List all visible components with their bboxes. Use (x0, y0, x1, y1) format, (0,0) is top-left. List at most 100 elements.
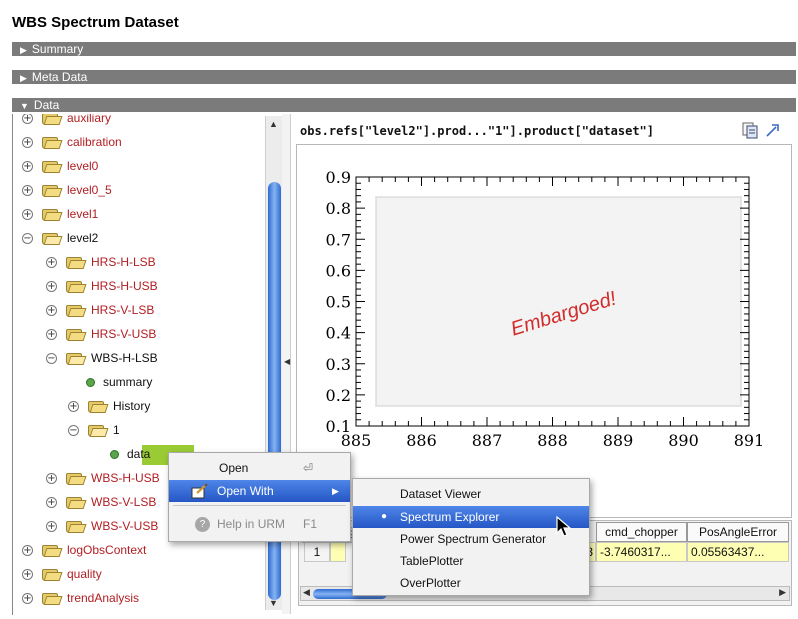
tree-node-logobscontext[interactable]: + logObsContext (22, 539, 146, 561)
folder-icon (42, 183, 63, 197)
tree-node-label: level0_5 (67, 183, 112, 197)
tree-node-calibration[interactable]: + calibration (22, 131, 122, 153)
expand-node-icon[interactable]: + (68, 400, 79, 412)
spectrum-chart: 885 886 887 888 889 890 8910.10.20.30.40.50.60… (326, 168, 765, 450)
expand-node-icon[interactable]: + (46, 304, 57, 316)
tree-node-label: HRS-H-USB (91, 279, 158, 293)
folder-icon (42, 135, 63, 149)
expand-node-icon[interactable]: + (46, 328, 57, 340)
x-tick-label: 889 (603, 431, 634, 450)
folder-icon (42, 114, 63, 125)
submenu-item-dataset-viewer[interactable]: Dataset Viewer (353, 483, 589, 505)
leaf-node-icon (110, 449, 119, 459)
folder-icon (66, 351, 87, 365)
tree-node-level2[interactable]: − level2 (22, 227, 98, 249)
expand-node-icon[interactable]: + (22, 160, 33, 172)
tree-node-label: HRS-H-LSB (91, 255, 156, 269)
folder-icon (42, 159, 63, 173)
tree-node-label: WBS-V-USB (91, 519, 159, 533)
expand-node-icon[interactable]: + (22, 184, 33, 196)
folder-icon (42, 207, 63, 221)
y-tick-label: 0.6 (326, 261, 351, 280)
tree-node-hrs-h-usb[interactable]: + HRS-H-USB (46, 275, 158, 297)
detach-icon[interactable] (763, 120, 783, 140)
folder-icon (66, 327, 87, 341)
expand-node-icon[interactable]: + (22, 592, 33, 604)
tree-node-trendanalysis[interactable]: + trendAnalysis (22, 587, 139, 609)
expand-node-icon[interactable]: + (22, 136, 33, 148)
expand-node-icon[interactable]: + (46, 520, 57, 532)
submenu-item-tableplotter[interactable]: TablePlotter (353, 550, 589, 572)
submenu-item-label: TablePlotter (400, 554, 464, 568)
object-path-label: obs.refs["level2"].prod..."1"].product["… (300, 124, 655, 138)
menu-separator (173, 505, 346, 506)
collapse-node-icon[interactable]: − (46, 352, 57, 364)
y-tick-label: 0.3 (326, 355, 351, 374)
scroll-up-icon[interactable]: ▲ (269, 119, 278, 129)
scroll-down-icon[interactable]: ▼ (269, 598, 278, 608)
tree-node-hrs-v-usb[interactable]: + HRS-V-USB (46, 323, 156, 345)
table-header-cmd-chopper[interactable]: cmd_chopper (596, 522, 687, 542)
menu-item-open-with[interactable]: Open With ▶ (169, 480, 350, 502)
tree-node-1[interactable]: −1 (68, 419, 120, 441)
tree-node-label: trendAnalysis (67, 591, 140, 605)
tree-node-wbs-v-usb[interactable]: + WBS-V-USB (46, 515, 158, 537)
expand-node-icon[interactable]: + (22, 544, 33, 556)
folder-icon (66, 279, 87, 293)
tree-node-label: WBS-H-LSB (91, 351, 158, 365)
expand-node-icon[interactable]: + (46, 472, 57, 484)
tree-node-wbs-h-lsb[interactable]: − WBS-H-LSB (46, 347, 158, 369)
folder-icon (66, 519, 87, 533)
tree-node-level0[interactable]: + level0 (22, 155, 98, 177)
open-with-submenu: Dataset Viewer ● Spectrum Explorer Power… (352, 478, 590, 596)
tree-node-history[interactable]: + History (68, 395, 150, 417)
metadata-section-header[interactable]: ▶ Meta Data (12, 70, 796, 84)
menu-item-open[interactable]: Open ⏎ (169, 457, 350, 479)
folder-icon (66, 495, 87, 509)
tree-node-level0-5[interactable]: + level0_5 (22, 179, 112, 201)
collapse-node-icon[interactable]: − (68, 424, 79, 436)
leaf-node-icon (86, 377, 95, 387)
scroll-left-icon[interactable]: ◀ (303, 587, 310, 598)
scroll-right-icon[interactable]: ▶ (779, 587, 786, 598)
tree-node-quality[interactable]: + quality (22, 563, 102, 585)
submenu-item-power-spectrum-generator[interactable]: Power Spectrum Generator (353, 528, 589, 550)
return-key-icon: ⏎ (303, 461, 314, 475)
collapse-node-icon[interactable]: − (22, 232, 33, 244)
splitter-arrow-icon[interactable]: ◀ (284, 357, 290, 366)
folder-icon (88, 423, 109, 437)
table-row-number: 1 (304, 542, 330, 562)
expand-node-icon[interactable]: + (46, 280, 57, 292)
submenu-item-spectrum-explorer[interactable]: ● Spectrum Explorer (353, 506, 589, 528)
tree-node-level1[interactable]: + level1 (22, 203, 98, 225)
table-header-posangleerror[interactable]: PosAngleError (687, 522, 789, 542)
tree-node-auxiliary[interactable]: + auxiliary (22, 114, 111, 129)
tree-node-wbs-v-lsb[interactable]: + WBS-V-LSB (46, 491, 156, 513)
summary-section-header[interactable]: ▶ Summary (12, 42, 796, 56)
tree-node-hrs-h-lsb[interactable]: + HRS-H-LSB (46, 251, 156, 273)
tree-node-label: level0 (67, 159, 99, 173)
expand-node-icon[interactable]: + (46, 256, 57, 268)
x-tick-label: 890 (668, 431, 699, 450)
submenu-item-overplotter[interactable]: OverPlotter (353, 572, 589, 594)
y-tick-label: 0.1 (326, 417, 351, 436)
y-tick-label: 0.4 (326, 324, 351, 343)
metadata-label: Meta Data (31, 70, 88, 84)
folder-icon (42, 231, 63, 245)
folder-icon (42, 543, 63, 557)
help-icon: ? (195, 517, 210, 532)
tree-node-data[interactable]: data (110, 443, 150, 465)
copy-icon[interactable] (740, 120, 760, 140)
tree-node-label: History (113, 399, 151, 413)
tree-node-wbs-h-usb[interactable]: + WBS-H-USB (46, 467, 160, 489)
tree-node-hrs-v-lsb[interactable]: + HRS-V-LSB (46, 299, 154, 321)
window-title: WBS Spectrum Dataset (12, 14, 179, 31)
collapsed-triangle-icon: ▶ (20, 73, 27, 83)
data-section-header[interactable]: ▼ Data (12, 98, 796, 112)
expand-node-icon[interactable]: + (22, 208, 33, 220)
menu-item-help-in-urm[interactable]: ? Help in URM F1 (169, 513, 350, 535)
tree-node-summary[interactable]: summary (86, 371, 152, 393)
expand-node-icon[interactable]: + (22, 114, 33, 124)
expand-node-icon[interactable]: + (46, 496, 57, 508)
expand-node-icon[interactable]: + (22, 568, 33, 580)
